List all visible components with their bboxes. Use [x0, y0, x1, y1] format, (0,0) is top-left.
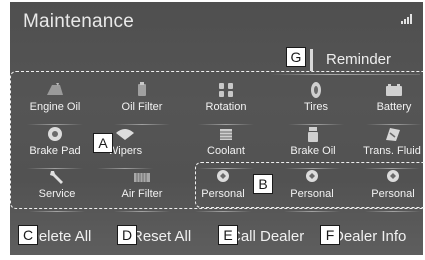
callout-f: F	[320, 225, 340, 245]
callout-d: D	[117, 225, 137, 245]
callout-e: E	[218, 225, 238, 245]
callout-b: B	[253, 174, 273, 194]
dealer-info-button[interactable]: Dealer Info	[333, 224, 406, 250]
callout-g: G	[286, 47, 306, 67]
reminder-label: Reminder	[326, 51, 392, 68]
callout-a: A	[93, 133, 113, 153]
callout-c: C	[18, 225, 38, 245]
reset-all-button[interactable]: Reset All	[132, 224, 191, 250]
signal-strength-icon	[401, 14, 415, 24]
reminder-indicator	[310, 49, 313, 71]
call-dealer-button[interactable]: Call Dealer	[230, 224, 304, 250]
personal-items-group	[195, 162, 425, 208]
page-title: Maintenance	[23, 11, 134, 32]
